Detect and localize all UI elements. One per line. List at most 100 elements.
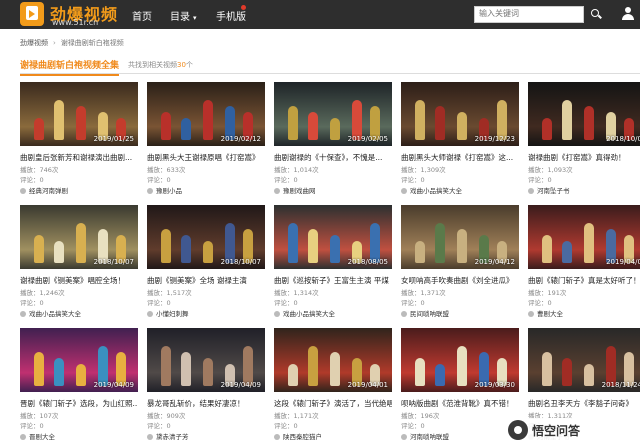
video-title[interactable]: 曲剧黑头大王谢禄原唱《打窑嵩》 [147,152,265,163]
video-card[interactable]: 2019/04/0 曲剧《辕门斩子》真是太好听了！ 播放：191次 评论：0 曹剧大全 [528,205,640,323]
play-count: 播放：1,309次 [401,164,446,174]
video-card[interactable]: 2019/02/12 曲剧黑头大王谢禄原唱《打窑嵩》 播放：633次 评论：0 豫剧小品 [147,82,265,200]
author-name[interactable]: 小懂妇刺舞 [156,310,189,318]
video-title[interactable]: 曲剧《铡美案》全场 谢禄主演 [147,275,265,286]
video-author[interactable]: 河南坠子书 [528,185,570,195]
video-thumbnail[interactable]: 2019/04/09 [147,328,265,392]
video-title[interactable]: 这段《辕门斩子》演活了，当代绝唱！ [274,398,392,409]
video-card[interactable]: 2019/12/23 曲剧黑头大师谢禄《打窑嵩》这... 播放：1,309次 评论：0… [401,82,519,200]
video-thumbnail[interactable]: 2019/04/01 [274,328,392,392]
video-author[interactable]: 河南唢呐联盟 [401,431,449,441]
page-title: 谢禄曲剧斩白袍视频全集 [20,58,120,76]
author-name[interactable]: 黛赤清子芳 [156,433,189,441]
video-author[interactable]: 曹剧大全 [528,308,563,318]
top-navbar: 劲爆视频 www.51r.cn 首页 目录 ▾ 手机版 [0,0,640,29]
author-name[interactable]: 豫剧戏曲网 [283,187,316,195]
video-card[interactable]: 2019/04/09 暴龙哥乱斩价，结果好凄凉！ 播放：909次 评论：0 黛赤清子芳 [147,328,265,446]
performer-figure [34,118,44,140]
video-thumbnail[interactable]: 2018/08/05 [274,205,392,269]
video-author[interactable]: 戏曲小品搞笑大全 [401,185,462,195]
search-box[interactable] [474,6,584,23]
video-thumbnail[interactable]: 2018/11/24 [528,328,640,392]
video-card[interactable]: 2019/02/05 曲剧谢禄的《十保查》，不愧是... 播放：1,014次 评论：0… [274,82,392,200]
performer-figure [54,358,64,386]
chevron-down-icon: ▾ [193,14,197,22]
performer-figure [161,229,171,263]
performer-figure [308,112,318,140]
video-card[interactable]: 2019/04/01 这段《辕门斩子》演活了，当代绝唱！ 播放：1,171次 评论：0… [274,328,392,446]
section-header: 谢禄曲剧斩白袍视频全集 共找到相关视频30个 [20,58,640,76]
video-thumbnail[interactable]: 2019/04/09 [20,328,138,392]
author-name[interactable]: 陕西秦腔猫户 [283,433,322,441]
video-author[interactable]: 戏曲小品搞笑大全 [274,308,335,318]
video-author[interactable]: 晋剧大全 [20,431,55,441]
video-title[interactable]: 晋剧《辕门斩子》选段，为山红照... [20,398,138,409]
search-icon[interactable] [591,9,599,17]
video-card[interactable]: 2018/10/07 曲剧《铡美案》全场 谢禄主演 播放：1,517次 评论：0 小懂妇… [147,205,265,323]
video-author[interactable]: 经典河南弹剧 [20,185,68,195]
author-name[interactable]: 晋剧大全 [29,433,55,441]
comment-count: 评论：0 [20,297,44,307]
breadcrumb-home[interactable]: 劲爆视频 [20,39,48,47]
author-name[interactable]: 经典河南弹剧 [29,187,68,195]
author-name[interactable]: 戏曲小品搞笑大全 [29,310,81,318]
logo-icon[interactable] [20,2,44,26]
video-card[interactable]: 2018/10/0 谢禄曲剧《打窑嵩》真得劲！ 播放：1,093次 评论：0 河南坠子书 [528,82,640,200]
video-card[interactable]: 2018/10/07 谢禄曲剧《铡美案》唱腔全场！ 播放：1,246次 评论：0 戏曲小… [20,205,138,323]
play-value: 746次 [39,166,59,174]
video-thumbnail[interactable]: 2018/10/07 [147,205,265,269]
user-icon[interactable] [622,7,634,20]
video-card[interactable]: 2019/01/25 曲剧皇后张新芳和谢禄演出曲剧... 播放：746次 评论：0 经典… [20,82,138,200]
video-card[interactable]: 2019/03/30 呗呐版曲剧《范淮背靴》真不错！ 播放：196次 评论：0 河南唢呐… [401,328,519,446]
video-author[interactable]: 黛赤清子芳 [147,431,189,441]
comment-label: 评论： [528,176,548,184]
video-title[interactable]: 曲剧谢禄的《十保查》，不愧是... [274,152,392,163]
author-name[interactable]: 戏曲小品搞笑大全 [410,187,462,195]
search-input[interactable] [479,9,579,18]
video-card[interactable]: 2019/04/09 晋剧《辕门斩子》选段，为山红照... 播放：107次 评论：0 晋… [20,328,138,446]
video-thumbnail[interactable]: 2019/04/0 [528,205,640,269]
video-thumbnail[interactable]: 2018/10/0 [528,82,640,146]
nav-mobile-link[interactable]: 手机版 [216,8,246,23]
video-title[interactable]: 曲剧《辕门斩子》真是太好听了！ [528,275,640,286]
video-author[interactable]: 豫剧小品 [147,185,182,195]
video-author[interactable]: 豫剧戏曲网 [274,185,316,195]
video-thumbnail[interactable]: 2018/10/07 [20,205,138,269]
author-name[interactable]: 曹剧大全 [537,310,563,318]
video-author[interactable]: 民间唢呐联盟 [401,308,449,318]
video-author[interactable]: 小懂妇刺舞 [147,308,189,318]
performer-figure [457,346,467,386]
nav-catalog-dropdown[interactable]: 目录 ▾ [170,8,197,23]
video-card[interactable]: 2019/04/12 女呗呐高手吹奏曲剧《刘全进瓜》 播放：1,371次 评论：0 民间… [401,205,519,323]
video-author[interactable]: 陕西秦腔猫户 [274,431,322,441]
video-title[interactable]: 曲剧皇后张新芳和谢禄演出曲剧... [20,152,138,163]
video-title[interactable]: 曲剧黑头大师谢禄《打窑嵩》这... [401,152,519,163]
video-title[interactable]: 女呗呐高手吹奏曲剧《刘全进瓜》 [401,275,519,286]
video-thumbnail[interactable]: 2019/01/25 [20,82,138,146]
video-thumbnail[interactable]: 2019/03/30 [401,328,519,392]
video-thumbnail[interactable]: 2019/02/05 [274,82,392,146]
video-thumbnail[interactable]: 2019/02/12 [147,82,265,146]
nav-home-link[interactable]: 首页 [132,8,152,23]
video-title[interactable]: 呗呐版曲剧《范淮背靴》真不错！ [401,398,519,409]
video-author[interactable]: 戏曲小品搞笑大全 [20,308,81,318]
video-title[interactable]: 曲剧《巡按斩子》王富生主演 平煤 [274,275,392,286]
video-thumbnail[interactable]: 2019/12/23 [401,82,519,146]
author-name[interactable]: 河南唢呐联盟 [410,433,449,441]
performer-figure [98,346,108,386]
video-thumbnail[interactable]: 2019/04/12 [401,205,519,269]
video-card[interactable]: 2018/08/05 曲剧《巡按斩子》王富生主演 平煤 播放：1,314次 评论：0 戏… [274,205,392,323]
play-count: 播放：1,014次 [274,164,319,174]
author-name[interactable]: 豫剧小品 [156,187,182,195]
comment-count: 评论：0 [147,174,171,184]
play-count: 播放：107次 [20,410,58,420]
author-name[interactable]: 河南坠子书 [537,187,570,195]
video-title[interactable]: 曲剧名丑李天方《李豁子问奇》 [528,398,640,409]
video-title[interactable]: 谢禄曲剧《铡美案》唱腔全场！ [20,275,138,286]
play-value: 633次 [166,166,186,174]
author-name[interactable]: 民间唢呐联盟 [410,310,449,318]
video-date: 2018/10/07 [220,258,261,266]
author-name[interactable]: 戏曲小品搞笑大全 [283,310,335,318]
video-title[interactable]: 暴龙哥乱斩价，结果好凄凉！ [147,398,265,409]
video-title[interactable]: 谢禄曲剧《打窑嵩》真得劲！ [528,152,640,163]
